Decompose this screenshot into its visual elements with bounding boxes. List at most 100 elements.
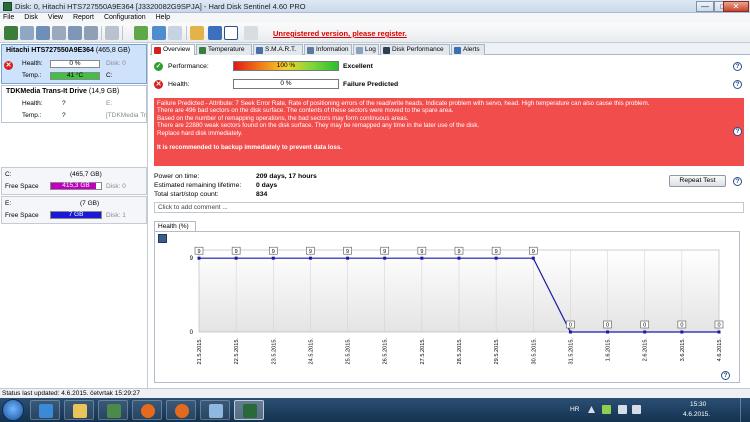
remaining-label: Estimated remaining lifetime: bbox=[154, 182, 242, 189]
disk-test-icon[interactable] bbox=[36, 26, 50, 40]
volume-icon[interactable] bbox=[632, 405, 641, 414]
health-chart: 909 9 9 9 9 9 9 9 9 90 0 0 0 021.5.2015. 22.5.2015. 23.… bbox=[190, 246, 724, 365]
close-button[interactable]: ✕ bbox=[723, 1, 749, 12]
taskbar-firefox[interactable] bbox=[132, 400, 162, 420]
taskbar-ie[interactable] bbox=[30, 400, 60, 420]
tab-temperature[interactable]: Temperature bbox=[196, 44, 252, 55]
overview-panel: ✓ Performance: 100 % Excellent ? ✕ Healt… bbox=[150, 55, 745, 388]
refresh-icon[interactable] bbox=[4, 26, 18, 40]
alert-line: There are 22880 weak sectors found on th… bbox=[157, 122, 480, 130]
comment-input[interactable]: Click to add comment ... bbox=[154, 202, 744, 213]
volume-size: (7 GB) bbox=[80, 200, 100, 207]
data-label: 0 bbox=[643, 323, 646, 329]
data-label: 9 bbox=[272, 249, 275, 255]
taskbar-app[interactable] bbox=[98, 400, 128, 420]
menu-help[interactable]: Help bbox=[156, 13, 170, 23]
temp-label: Temp.: bbox=[22, 112, 42, 119]
x-tick-label: 25.5.2015. bbox=[346, 338, 352, 365]
data-point bbox=[346, 256, 350, 260]
help-icon[interactable]: ? bbox=[733, 127, 742, 136]
report-icon[interactable] bbox=[168, 26, 182, 40]
data-point bbox=[457, 256, 461, 260]
help-icon[interactable]: ? bbox=[733, 62, 742, 71]
x-tick-label: 4.6.2015. bbox=[717, 338, 723, 362]
data-point bbox=[234, 256, 238, 260]
free-space-label: Free Space bbox=[5, 183, 39, 190]
disk-info-icon[interactable] bbox=[52, 26, 66, 40]
health-label: Health: bbox=[168, 81, 190, 88]
data-label: 0 bbox=[680, 323, 683, 329]
volume-c[interactable]: C: (465,7 GB) Free Space 415,3 GB Disk: … bbox=[1, 167, 147, 195]
temp-value: ? bbox=[62, 112, 66, 119]
disk-report-icon[interactable] bbox=[84, 26, 98, 40]
help-icon[interactable] bbox=[224, 26, 238, 40]
free-space-bar: 415,3 GB bbox=[50, 182, 102, 190]
temp-label: Temp.: bbox=[22, 72, 42, 79]
volume-e[interactable]: E: (7 GB) Free Space 7 GB Disk: 1 bbox=[1, 196, 147, 224]
data-point bbox=[383, 256, 387, 260]
about-icon[interactable] bbox=[244, 26, 258, 40]
menu-view[interactable]: View bbox=[48, 13, 63, 23]
clock-time[interactable]: 15:30 bbox=[690, 401, 706, 408]
remaining-value: 0 days bbox=[256, 182, 278, 189]
tab-information[interactable]: Information bbox=[304, 44, 352, 55]
tab-smart[interactable]: S.M.A.R.T. bbox=[253, 44, 303, 55]
x-tick-label: 22.5.2015. bbox=[234, 338, 240, 365]
tab-log[interactable]: Log bbox=[353, 44, 379, 55]
data-label: 9 bbox=[420, 249, 423, 255]
volume-ref: [TDKMedia Trans-It bbox=[106, 112, 147, 119]
menu-file[interactable]: File bbox=[3, 13, 14, 23]
language-indicator[interactable]: HR bbox=[570, 406, 579, 413]
health-value: 0 % bbox=[69, 60, 81, 67]
settings-icon[interactable] bbox=[152, 26, 166, 40]
health-description: Failure Predicted - Attribute: 7 Seek Er… bbox=[154, 98, 744, 166]
data-label: 0 bbox=[569, 323, 572, 329]
help-icon[interactable]: ? bbox=[733, 80, 742, 89]
disk-entry-tdkmedia[interactable]: TDKMedia Trans-It Drive (14,9 GB) Health… bbox=[1, 85, 147, 123]
disk-name-text: TDKMedia Trans-It Drive bbox=[6, 88, 87, 95]
disk-scan-icon[interactable] bbox=[68, 26, 82, 40]
tray-arrow-icon[interactable] bbox=[588, 406, 595, 413]
alerts-icon bbox=[454, 47, 461, 54]
clock-date[interactable]: 4.6.2015. bbox=[683, 411, 710, 418]
x-tick-label: 23.5.2015. bbox=[271, 338, 277, 365]
tab-disk-performance[interactable]: Disk Performance bbox=[380, 44, 450, 55]
taskbar-window[interactable] bbox=[200, 400, 230, 420]
tray-app-icon[interactable] bbox=[602, 405, 611, 414]
toolbar-separator bbox=[101, 26, 102, 40]
tools-icon[interactable] bbox=[105, 26, 119, 40]
disk-icon[interactable] bbox=[20, 26, 34, 40]
menu-report[interactable]: Report bbox=[73, 13, 94, 23]
help-icon[interactable]: ? bbox=[721, 371, 730, 380]
failure-icon: ✕ bbox=[154, 80, 163, 89]
email-icon[interactable] bbox=[190, 26, 204, 40]
free-space-value: 7 GB bbox=[68, 211, 84, 218]
toolbar-separator bbox=[186, 26, 187, 40]
help-icon[interactable]: ? bbox=[733, 177, 742, 186]
taskbar-firefox-2[interactable] bbox=[166, 400, 196, 420]
x-tick-label: 29.5.2015. bbox=[494, 338, 500, 365]
x-tick-label: 1.6.2015. bbox=[606, 338, 612, 362]
network-icon[interactable] bbox=[618, 405, 627, 414]
web-icon[interactable] bbox=[134, 26, 148, 40]
show-desktop-button[interactable] bbox=[740, 398, 750, 422]
taskbar-hdsentinel[interactable] bbox=[234, 400, 264, 420]
health-bar: 0 % bbox=[50, 60, 100, 68]
taskbar-explorer[interactable] bbox=[64, 400, 94, 420]
tab-label: Temperature bbox=[208, 46, 245, 53]
data-point bbox=[717, 330, 721, 334]
menu-configuration[interactable]: Configuration bbox=[104, 13, 146, 23]
tab-alerts[interactable]: Alerts bbox=[451, 44, 485, 55]
repeat-test-button[interactable]: Repeat Test bbox=[669, 175, 726, 187]
unregistered-link[interactable]: Unregistered version, please register. bbox=[273, 29, 407, 38]
health-value: ? bbox=[62, 100, 66, 107]
menu-disk[interactable]: Disk bbox=[24, 13, 38, 23]
tab-label: Log bbox=[365, 46, 376, 53]
failure-icon: ✕ bbox=[4, 61, 13, 70]
disk-entry-hitachi[interactable]: Hitachi HTS727550A9E364 (465,8 GB) ✕ Hea… bbox=[1, 44, 147, 84]
data-label: 9 bbox=[309, 249, 312, 255]
info-icon[interactable] bbox=[208, 26, 222, 40]
start-button[interactable] bbox=[2, 399, 24, 421]
data-point bbox=[308, 256, 312, 260]
minimize-button[interactable]: — bbox=[696, 1, 714, 12]
